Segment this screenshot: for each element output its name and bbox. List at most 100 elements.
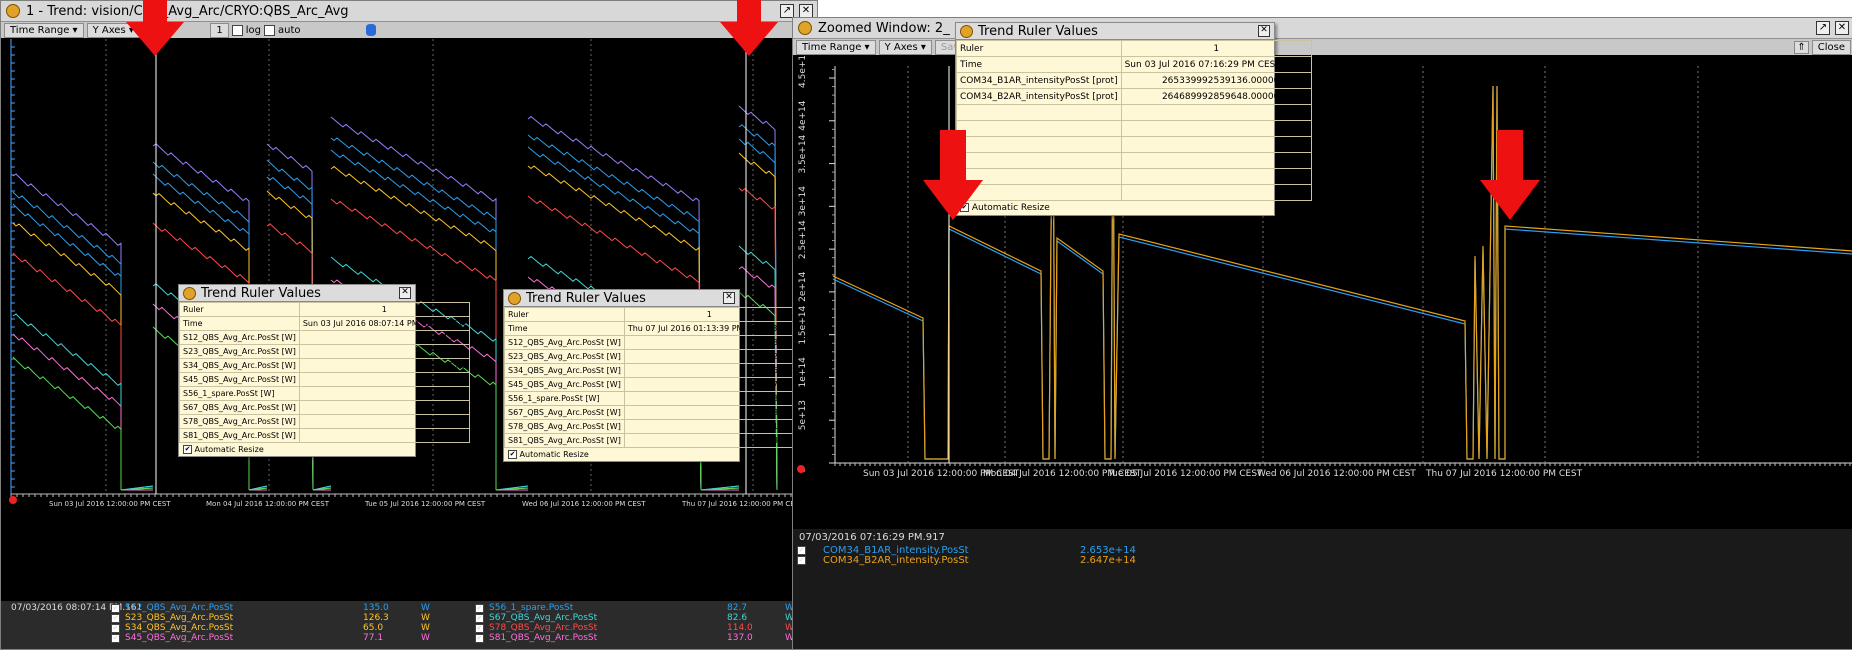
ruler-2-titlebar[interactable]: Trend Ruler Values ✕ (504, 290, 739, 307)
restore-icon[interactable]: ↗ (780, 4, 794, 18)
ruler-row-value: 135.0 (298, 330, 470, 345)
close-icon[interactable]: ✕ (399, 287, 411, 299)
ruler-row-value: 75.2 (623, 377, 795, 392)
close-icon[interactable]: ✕ (723, 292, 735, 304)
auto-resize-label: Automatic Resize (194, 445, 264, 454)
legend-series-value: 137.0 (727, 633, 753, 643)
ruler-empty-row: - (956, 184, 1312, 201)
auto-resize-checkbox[interactable]: ✔ (508, 450, 517, 459)
series-visible-checkbox[interactable]: ✔ (111, 624, 120, 633)
ruler-row-label: COM34_B2AR_intensityPosSt [prot] (956, 88, 1122, 105)
window-1-title: 1 - Trend: vision/CRG_Avg_Arc/CRYO:QBS_A… (26, 3, 349, 19)
series-visible-checkbox[interactable]: ✔ (475, 624, 484, 633)
ruler-row-value: - (1120, 184, 1312, 201)
database-icon[interactable] (365, 24, 376, 36)
close-icon[interactable]: ✕ (799, 4, 813, 18)
y-tick-label: 1.5e+14 (798, 306, 808, 345)
ruler-row-value: 137.0 (623, 433, 795, 448)
ruler-row: S45_QBS_Avg_Arc.PosSt [W] 75.2 (504, 377, 795, 392)
ruler-3-titlebar[interactable]: Trend Ruler Values ✕ (956, 23, 1274, 40)
ruler-row: S67_QBS_Avg_Arc.PosSt [W] 82.6 (504, 405, 795, 420)
series-visible-checkbox[interactable]: ✔ (797, 556, 806, 565)
annotation-arrow-2 (720, 0, 778, 56)
trend-ruler-values-dialog-3[interactable]: Trend Ruler Values ✕ Ruler 1 Time Sun 03 J… (955, 22, 1312, 216)
x-tick-label: Tue 05 Jul 2016 12:00:00 PM CEST (364, 500, 486, 508)
close-button[interactable]: Close (1811, 39, 1851, 55)
series-visible-checkbox[interactable]: ✔ (797, 546, 806, 555)
collapse-icon[interactable]: ⇑ (1794, 40, 1809, 54)
ruler-row-label: S12_QBS_Avg_Arc.PosSt [W] (504, 335, 625, 350)
ruler-count-field[interactable]: 1 (210, 22, 229, 38)
series-visible-checkbox[interactable]: ✔ (111, 604, 120, 613)
ruler-row-value: - (1120, 152, 1312, 169)
ruler-row-value: 77.1 (298, 372, 470, 387)
auto-resize-row: ✔ Automatic Resize (504, 448, 739, 461)
ruler-row-label: S81_QBS_Avg_Arc.PosSt [W] (179, 428, 300, 443)
ruler-row-value: - (1120, 168, 1312, 185)
x-tick-label: Tue 05 Jul 2016 12:00:00 PM CEST (1107, 469, 1263, 479)
ruler-value: 1 (623, 307, 795, 322)
ruler-row-label: S45_QBS_Avg_Arc.PosSt [W] (504, 377, 625, 392)
legend-series-name: S34_QBS_Avg_Arc.PosSt (125, 623, 234, 633)
auto-resize-label: Automatic Resize (519, 450, 589, 459)
ruler-row: S81_QBS_Avg_Arc.PosSt [W] 138.1 (179, 428, 470, 443)
time-range-button[interactable]: Time Range ▾ (796, 39, 876, 55)
series-visible-checkbox[interactable]: ✔ (475, 614, 484, 623)
y-axes-button[interactable]: Y Axes ▾ (878, 39, 932, 55)
ruler-label: Ruler (504, 307, 625, 322)
close-icon[interactable]: ✕ (1835, 21, 1849, 35)
time-value: Sun 03 Jul 2016 08:07:14 PM CEST (161) (298, 316, 470, 331)
ruler-row: S78_QBS_Avg_Arc.PosSt [W] 114.8 (179, 414, 470, 429)
window-2-titlebar[interactable]: Zoomed Window: 2_ ↗ ✕ (793, 18, 1852, 39)
series-visible-checkbox[interactable]: ✔ (475, 634, 484, 643)
app-icon (798, 21, 812, 35)
ruler-label: Ruler (956, 40, 1122, 57)
ruler-row-label: COM34_B1AR_intensityPosSt [prot] (956, 72, 1122, 89)
trend-ruler-values-dialog-2[interactable]: Trend Ruler Values ✕ Ruler 1 Time Thu 07 J… (503, 289, 795, 462)
app-icon (6, 4, 20, 18)
auto-checkbox[interactable] (263, 24, 275, 36)
ruler-row-value: - (1120, 136, 1312, 153)
ruler-row: S56_1_spare.PosSt [W] 84.5 (179, 386, 470, 401)
time-range-button[interactable]: Time Range ▾ (4, 22, 84, 38)
series-visible-checkbox[interactable]: ✔ (475, 604, 484, 613)
legend-series-name: S45_QBS_Avg_Arc.PosSt (125, 633, 234, 643)
legend-series-value: 65.0 (363, 623, 384, 633)
ruler-row-label: S78_QBS_Avg_Arc.PosSt [W] (504, 419, 625, 434)
cursor-time-readout: 07/03/2016 07:16:29 PM.917 (799, 532, 945, 543)
legend-panel-2: 07/03/2016 07:16:29 PM.917 ✔ COM34_B1AR_i… (793, 529, 1852, 649)
series-visible-checkbox[interactable]: ✔ (111, 634, 120, 643)
log-label: log (245, 24, 261, 36)
app-icon (960, 24, 973, 38)
trend-ruler-values-dialog-1[interactable]: Trend Ruler Values ✕ Ruler 1 Time Sun 03 J… (178, 284, 470, 457)
ruler-empty-row: - (956, 136, 1312, 153)
window-1-titlebar[interactable]: 1 - Trend: vision/CRG_Avg_Arc/CRYO:QBS_A… (1, 1, 817, 22)
legend-panel-1: 07/03/2016 08:07:14 PM.161 ✔ S12_QBS_Avg_… (1, 601, 817, 649)
trend-plot-2[interactable]: 05e+131e+141.5e+142e+142.5e+143e+143.5e+… (793, 56, 1852, 528)
auto-resize-checkbox[interactable]: ✔ (183, 445, 192, 454)
ruler-3-title: Trend Ruler Values (978, 23, 1098, 39)
ruler-empty-row: - (956, 120, 1312, 137)
series-visible-checkbox[interactable]: ✔ (111, 614, 120, 623)
legend-series-value: 135.0 (363, 603, 389, 613)
app-icon (183, 286, 196, 300)
legend-series-name: S23_QBS_Avg_Arc.PosSt (125, 613, 234, 623)
y-tick-label: 4e+14 (798, 100, 808, 131)
log-checkbox[interactable] (231, 24, 243, 36)
legend-series-name: COM34_B2AR_intensity.PosSt (823, 555, 969, 566)
ruler-empty-row: - (956, 168, 1312, 185)
ruler-row: S45_QBS_Avg_Arc.PosSt [W] 77.1 (179, 372, 470, 387)
y-tick-label: 5e+13 (798, 400, 808, 430)
restore-icon[interactable]: ↗ (1816, 21, 1830, 35)
ruler-row-label: S45_QBS_Avg_Arc.PosSt [W] (179, 372, 300, 387)
ruler-1-titlebar[interactable]: Trend Ruler Values ✕ (179, 285, 415, 302)
x-tick-label: Wed 06 Jul 2016 12:00:00 PM CEST (522, 500, 646, 508)
ruler-2-title: Trend Ruler Values (526, 290, 646, 306)
ruler-row-value: 65.0 (298, 358, 470, 373)
ruler-row: S78_QBS_Avg_Arc.PosSt [W] 114.0 (504, 419, 795, 434)
time-range-label: Time Range (802, 41, 862, 53)
ruler-3-table: Ruler 1 Time Sun 03 Jul 2016 07:16:29 PM C… (956, 40, 1312, 201)
ruler-row: S23_QBS_Avg_Arc.PosSt [W] 126.3 (179, 344, 470, 359)
close-icon[interactable]: ✕ (1258, 25, 1270, 37)
ruler-row-value: 126.0 (623, 349, 795, 364)
